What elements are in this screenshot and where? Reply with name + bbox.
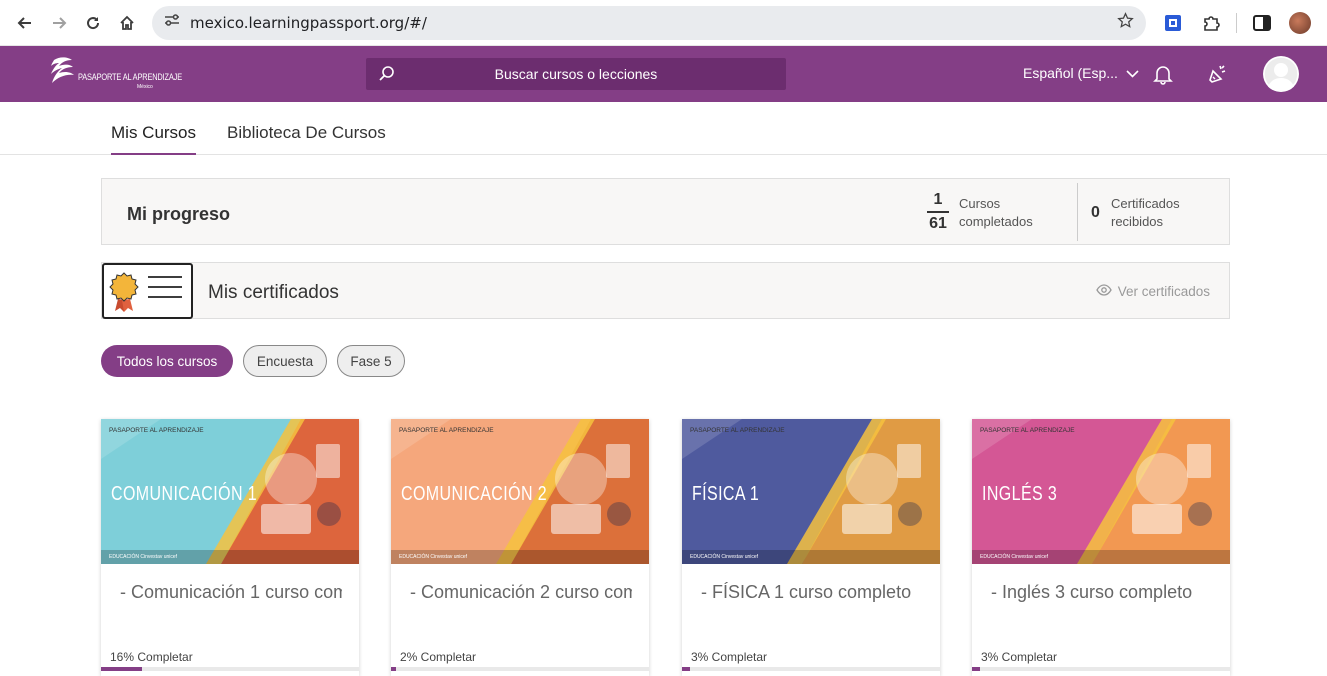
banner-footer: EDUCACIÓN Cinvestav unicef	[972, 550, 1230, 564]
course-banner[interactable]: PASAPORTE AL APRENDIZAJE COMUNICACIÓN 2 …	[391, 419, 649, 564]
certificates-label-line2: recibidos	[1111, 214, 1164, 229]
course-progress-label: 3% Completar	[981, 650, 1058, 664]
banner-logo: PASAPORTE AL APRENDIZAJE	[690, 427, 785, 434]
view-certificates-link[interactable]: Ver certificados	[1095, 284, 1210, 299]
banner-logo: PASAPORTE AL APRENDIZAJE	[399, 427, 494, 434]
user-avatar[interactable]	[1263, 56, 1299, 92]
course-progress-fill	[391, 667, 397, 671]
course-card[interactable]: PASAPORTE AL APRENDIZAJE INGLÉS 3 EDUCAC…	[972, 419, 1230, 676]
courses-completed-label-line1: Cursos	[959, 196, 1001, 211]
main-tabs: Mis Cursos Biblioteca De Cursos	[0, 102, 1327, 155]
course-title[interactable]: - Comunicación 1 curso completo	[120, 582, 342, 603]
course-progress-bar	[391, 667, 649, 671]
course-progress-bar	[972, 667, 1230, 671]
course-card[interactable]: PASAPORTE AL APRENDIZAJE COMUNICACIÓN 1 …	[101, 419, 359, 676]
banner-title: COMUNICACIÓN 1	[111, 483, 258, 505]
logo-text: PASAPORTE AL APRENDIZAJE	[78, 72, 183, 83]
courses-total-count: 61	[929, 215, 947, 232]
course-progress-fill	[682, 667, 690, 671]
extension-icon[interactable]	[1156, 6, 1190, 40]
home-icon[interactable]	[110, 6, 144, 40]
banner-title: COMUNICACIÓN 2	[401, 483, 548, 505]
announcements-icon[interactable]	[1204, 60, 1232, 88]
certificates-count: 0	[1091, 204, 1100, 221]
course-banner[interactable]: PASAPORTE AL APRENDIZAJE COMUNICACIÓN 1 …	[101, 419, 359, 564]
certificate-icon	[102, 263, 193, 319]
toolbar-divider	[1236, 12, 1237, 33]
banner-footer: EDUCACIÓN Cinvestav unicef	[101, 550, 359, 564]
course-progress-bar	[682, 667, 940, 671]
course-progress-fill	[972, 667, 980, 671]
filter-fase-5[interactable]: Fase 5	[337, 345, 405, 377]
course-progress-bar	[101, 667, 359, 671]
course-title[interactable]: - Inglés 3 curso completo	[991, 582, 1213, 603]
tab-biblioteca-de-cursos[interactable]: Biblioteca De Cursos	[227, 123, 386, 153]
courses-completed-count: 1	[927, 191, 949, 213]
course-progress-label: 3% Completar	[691, 650, 768, 664]
certificates-panel: Mis certificados Ver certificados	[101, 262, 1230, 319]
url-text[interactable]: mexico.learningpassport.org/#/	[190, 14, 427, 32]
course-progress-label: 2% Completar	[400, 650, 477, 664]
course-progress-label: 16% Completar	[110, 650, 193, 664]
pasaporte-logo[interactable]: PASAPORTE AL APRENDIZAJE México	[42, 56, 182, 92]
puzzle-extensions-icon[interactable]	[1194, 6, 1228, 40]
stats-divider	[1077, 183, 1078, 241]
search-placeholder: Buscar cursos o lecciones	[494, 66, 658, 82]
chevron-down-icon	[1126, 65, 1139, 81]
forward-icon[interactable]	[42, 6, 76, 40]
course-title[interactable]: - FÍSICA 1 curso completo	[701, 582, 923, 603]
certificates-label-line1: Certificados	[1111, 196, 1180, 211]
banner-logo: PASAPORTE AL APRENDIZAJE	[109, 427, 204, 434]
course-progress-fill	[101, 667, 143, 671]
filter-todos-los-cursos[interactable]: Todos los cursos	[101, 345, 233, 377]
bookmark-star-icon[interactable]	[1117, 11, 1134, 34]
eye-icon	[1095, 284, 1112, 299]
bell-icon[interactable]	[1149, 60, 1177, 88]
reload-icon[interactable]	[76, 6, 110, 40]
course-card[interactable]: PASAPORTE AL APRENDIZAJE FÍSICA 1 EDUCAC…	[682, 419, 940, 676]
tab-mis-cursos[interactable]: Mis Cursos	[111, 123, 197, 155]
view-certificates-label: Ver certificados	[1117, 284, 1210, 299]
course-card[interactable]: PASAPORTE AL APRENDIZAJE COMUNICACIÓN 2 …	[391, 419, 649, 676]
language-label: Español (Esp...	[1023, 65, 1118, 81]
profile-avatar-icon[interactable]	[1283, 6, 1317, 40]
site-settings-icon[interactable]	[164, 13, 180, 32]
banner-logo: PASAPORTE AL APRENDIZAJE	[980, 427, 1075, 434]
progress-title: Mi progreso	[127, 204, 231, 224]
search-icon	[378, 65, 396, 88]
courses-completed-label: Cursos completados	[959, 195, 1033, 231]
logo-subtext: México	[137, 84, 153, 90]
progress-panel: Mi progreso 1 61 Cursos completados 0 Ce…	[101, 178, 1230, 245]
filter-encuesta[interactable]: Encuesta	[243, 345, 327, 377]
banner-footer: EDUCACIÓN Cinvestav unicef	[682, 550, 940, 564]
banner-title: INGLÉS 3	[982, 483, 1058, 505]
certificates-label: Certificados recibidos	[1111, 195, 1180, 231]
certificates-title: Mis certificados	[208, 282, 339, 303]
language-selector[interactable]: Español (Esp...	[1023, 65, 1139, 81]
app-header: PASAPORTE AL APRENDIZAJE México Buscar c…	[0, 46, 1327, 102]
courses-completed-fraction: 1 61	[927, 191, 949, 233]
courses-completed-label-line2: completados	[959, 214, 1033, 229]
search-input[interactable]: Buscar cursos o lecciones	[366, 58, 786, 90]
side-panel-icon[interactable]	[1245, 6, 1279, 40]
banner-footer: EDUCACIÓN Cinvestav unicef	[391, 550, 649, 564]
back-icon[interactable]	[8, 6, 42, 40]
browser-toolbar: mexico.learningpassport.org/#/	[0, 0, 1327, 46]
course-banner[interactable]: PASAPORTE AL APRENDIZAJE FÍSICA 1 EDUCAC…	[682, 419, 940, 564]
banner-title: FÍSICA 1	[692, 483, 760, 505]
course-banner[interactable]: PASAPORTE AL APRENDIZAJE INGLÉS 3 EDUCAC…	[972, 419, 1230, 564]
course-title[interactable]: - Comunicación 2 curso completo	[410, 582, 632, 603]
address-bar[interactable]: mexico.learningpassport.org/#/	[152, 5, 1146, 40]
